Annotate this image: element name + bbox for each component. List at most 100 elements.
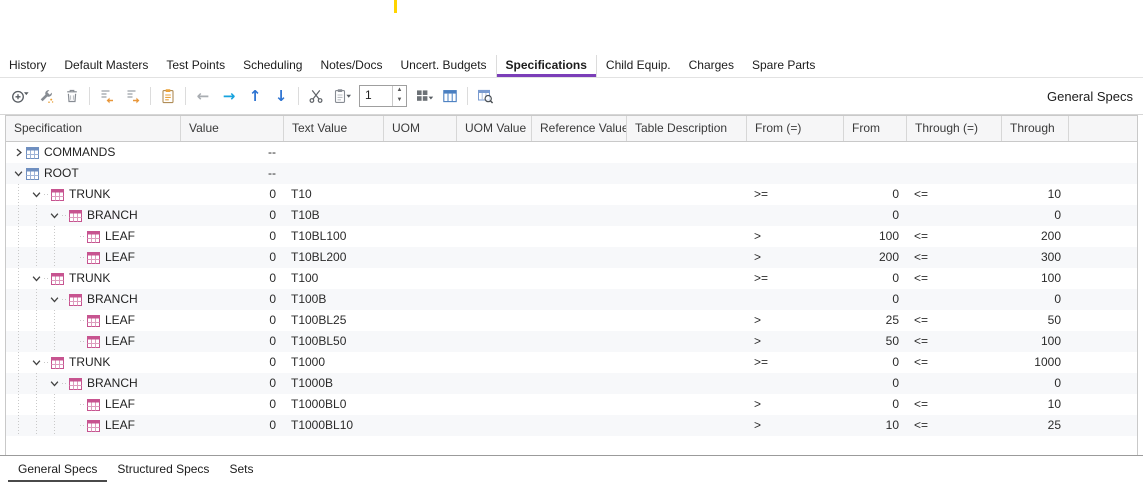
promote-icon[interactable] (96, 84, 118, 108)
grid-icon (69, 294, 82, 306)
expander-expanded-icon[interactable] (28, 187, 44, 203)
tab-spare-parts[interactable]: Spare Parts (743, 55, 824, 77)
cell-from: 0 (844, 184, 907, 205)
tree-connector (62, 383, 67, 384)
cell-through-eq: <= (907, 268, 1002, 289)
nav-right-icon[interactable]: → (218, 84, 240, 108)
cell-reference-value (532, 226, 627, 247)
expander-collapsed-icon[interactable] (10, 145, 26, 161)
cell-reference-value (532, 142, 627, 163)
tree-guide (10, 373, 28, 394)
spec-row-t100bl25[interactable]: LEAF0T100BL25>25<=50 (6, 310, 1137, 331)
toolbar-button-group: ←→↑↓ 1▲▼ (7, 84, 498, 108)
table-icon (26, 168, 39, 180)
cell-through: 200 (1002, 226, 1069, 247)
find-icon[interactable] (474, 84, 496, 108)
cell-table-description (627, 310, 747, 331)
tab-charges[interactable]: Charges (680, 55, 743, 77)
tab-notes-docs[interactable]: Notes/Docs (311, 55, 391, 77)
grid-views-icon[interactable] (413, 84, 435, 108)
spec-row-t100[interactable]: TRUNK0T100>=0<=100 (6, 268, 1137, 289)
demote-icon[interactable] (122, 84, 144, 108)
move-down-icon[interactable]: ↓ (270, 84, 292, 108)
spec-row-t10[interactable]: TRUNK0T10>=0<=10 (6, 184, 1137, 205)
delete-icon[interactable] (61, 84, 83, 108)
cell-from: 0 (844, 205, 907, 226)
tab-history[interactable]: History (0, 55, 55, 77)
expander-expanded-icon[interactable] (46, 292, 62, 308)
tab-default-masters[interactable]: Default Masters (55, 55, 157, 77)
tree-guide (28, 331, 46, 352)
column-header-from[interactable]: From (=) (747, 116, 844, 141)
tab-scheduling[interactable]: Scheduling (234, 55, 311, 77)
tree-connector (44, 362, 49, 363)
paste-special-icon[interactable] (157, 84, 179, 108)
column-header-through[interactable]: Through (=) (907, 116, 1002, 141)
cell-through (1002, 142, 1069, 163)
grid-icon (87, 399, 100, 411)
tree-guide (46, 226, 64, 247)
spec-row-root[interactable]: ROOT-- (6, 163, 1137, 184)
grid-icon (87, 336, 100, 348)
column-header-value[interactable]: Value (181, 116, 284, 141)
column-header-uom-value[interactable]: UOM Value (457, 116, 532, 141)
grid-columns-icon[interactable] (439, 84, 461, 108)
spin-value[interactable]: 1 (360, 86, 392, 106)
tab-specifications[interactable]: Specifications (496, 55, 597, 77)
cell-through-eq: <= (907, 352, 1002, 373)
expander-expanded-icon[interactable] (46, 376, 62, 392)
column-header-through[interactable]: Through (1002, 116, 1069, 141)
tab-child-equip[interactable]: Child Equip. (597, 55, 680, 77)
tab-test-points[interactable]: Test Points (157, 55, 234, 77)
expander-expanded-icon[interactable] (28, 271, 44, 287)
spec-row-t1000b[interactable]: BRANCH0T1000B00 (6, 373, 1137, 394)
cell-through-eq: <= (907, 184, 1002, 205)
cell-text-value: T1000BL0 (284, 394, 384, 415)
tree-guide (46, 415, 64, 436)
tab-uncert-budgets[interactable]: Uncert. Budgets (392, 55, 496, 77)
column-header-reference-value[interactable]: Reference Value (532, 116, 627, 141)
cell-from: 0 (844, 373, 907, 394)
cell-through: 100 (1002, 268, 1069, 289)
modify-icon[interactable] (35, 84, 57, 108)
cell-from: 0 (844, 268, 907, 289)
expander-expanded-icon[interactable] (28, 355, 44, 371)
expander-expanded-icon[interactable] (10, 166, 26, 182)
bottom-tab-sets[interactable]: Sets (219, 456, 263, 482)
bottom-tab-structured-specs[interactable]: Structured Specs (107, 456, 219, 482)
nav-left-icon[interactable]: ← (192, 84, 214, 108)
add-node-icon[interactable] (9, 84, 31, 108)
node-label: LEAF (105, 226, 135, 247)
column-header-uom[interactable]: UOM (384, 116, 457, 141)
level-spinner[interactable]: 1▲▼ (359, 85, 407, 107)
spec-row-commands[interactable]: COMMANDS-- (6, 142, 1137, 163)
cut-icon[interactable] (305, 84, 327, 108)
cell-from-eq: > (747, 247, 844, 268)
spec-row-t100bl50[interactable]: LEAF0T100BL50>50<=100 (6, 331, 1137, 352)
spec-tree-cell: LEAF (6, 394, 181, 415)
spin-up-button[interactable]: ▲ (393, 86, 406, 96)
spec-row-t1000bl10[interactable]: LEAF0T1000BL10>10<=25 (6, 415, 1137, 436)
bottom-tab-general-specs[interactable]: General Specs (8, 456, 107, 482)
paste-icon[interactable] (331, 84, 353, 108)
move-up-icon[interactable]: ↑ (244, 84, 266, 108)
spec-row-t1000[interactable]: TRUNK0T1000>=0<=1000 (6, 352, 1137, 373)
spec-row-t10b[interactable]: BRANCH0T10B00 (6, 205, 1137, 226)
cell-from-eq: >= (747, 352, 844, 373)
spec-row-t100b[interactable]: BRANCH0T100B00 (6, 289, 1137, 310)
spec-row-t10bl200[interactable]: LEAF0T10BL200>200<=300 (6, 247, 1137, 268)
column-header-specification[interactable]: Specification (6, 116, 181, 141)
cell-from-eq (747, 205, 844, 226)
expander-expanded-icon[interactable] (46, 208, 62, 224)
tree-guide (28, 205, 46, 226)
column-header-text-value[interactable]: Text Value (284, 116, 384, 141)
column-header-from[interactable]: From (844, 116, 907, 141)
spin-down-button[interactable]: ▼ (393, 96, 406, 106)
spec-row-t10bl100[interactable]: LEAF0T10BL100>100<=200 (6, 226, 1137, 247)
spec-row-t1000bl0[interactable]: LEAF0T1000BL0>0<=10 (6, 394, 1137, 415)
tree-guide (28, 415, 46, 436)
cell-reference-value (532, 394, 627, 415)
specifications-grid: SpecificationValueText ValueUOMUOM Value… (5, 115, 1138, 455)
column-header-table-description[interactable]: Table Description (627, 116, 747, 141)
toolbar: ←→↑↓1▲▼ General Specs (0, 78, 1143, 115)
